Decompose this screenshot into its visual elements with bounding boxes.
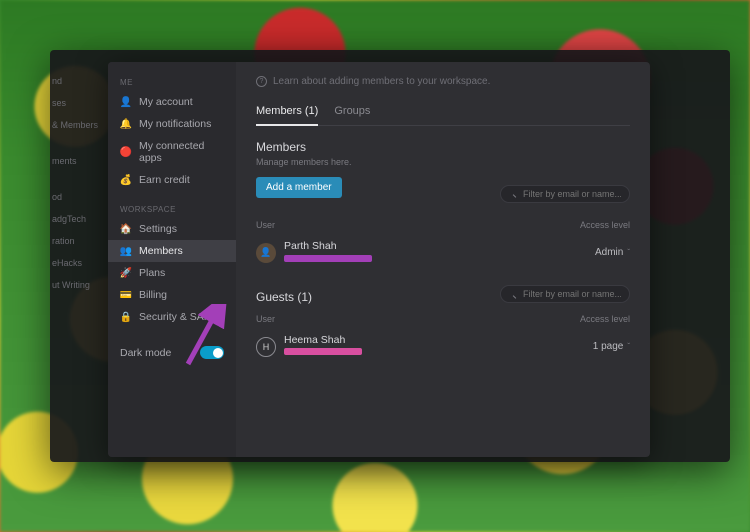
members-filter-input[interactable]	[500, 185, 630, 203]
user-name: Parth Shah	[284, 240, 372, 253]
info-icon: ?	[256, 76, 267, 87]
sidebar-item-label: My account	[139, 96, 193, 108]
user-cell[interactable]: H Heema Shah	[256, 334, 362, 360]
sidebar-item-label: Earn credit	[139, 174, 190, 186]
settings-modal: ME 👤 My account 🔔 My notifications 🔴 My …	[108, 62, 650, 457]
sidebar-item-plans[interactable]: 🚀 Plans	[108, 262, 236, 284]
col-user: User	[256, 314, 275, 324]
members-subtext: Manage members here.	[256, 157, 630, 167]
sidebar-item-label: Security & SAML	[139, 311, 218, 323]
people-icon: 👥	[120, 245, 132, 257]
redacted-email	[284, 348, 362, 355]
sidebar-item-earn-credit[interactable]: 💰 Earn credit	[108, 169, 236, 191]
access-level-dropdown[interactable]: 1 page ˇ	[593, 341, 630, 352]
sidebar-item-label: Plans	[139, 267, 165, 279]
tab-members[interactable]: Members (1)	[256, 105, 318, 126]
chevron-down-icon: ˇ	[627, 248, 630, 257]
guests-filter-input[interactable]	[500, 285, 630, 303]
sidebar-section-workspace: WORKSPACE	[108, 199, 236, 218]
home-icon: 🏠	[120, 223, 132, 235]
settings-main-panel: ? Learn about adding members to your wor…	[236, 62, 650, 457]
guests-heading: Guests (1)	[256, 290, 312, 304]
access-level-dropdown[interactable]: Admin ˇ	[595, 247, 630, 258]
col-access: Access level	[580, 220, 630, 230]
credit-icon: 💰	[120, 174, 132, 186]
tab-groups[interactable]: Groups	[334, 105, 370, 125]
members-filter-wrap	[500, 185, 630, 203]
parent-sidebar-partial: nd ses & Members ments od adgTech ration…	[52, 70, 107, 296]
sidebar-item-settings[interactable]: 🏠 Settings	[108, 218, 236, 240]
col-access: Access level	[580, 314, 630, 324]
user-name: Heema Shah	[284, 334, 362, 347]
settings-sidebar: ME 👤 My account 🔔 My notifications 🔴 My …	[108, 62, 236, 457]
guests-filter-wrap	[500, 285, 630, 303]
guests-col-headers: User Access level	[256, 314, 630, 324]
dark-mode-row: Dark mode	[108, 336, 236, 369]
card-icon: 💳	[120, 289, 132, 301]
add-member-button[interactable]: Add a member	[256, 177, 342, 198]
sidebar-item-label: My connected apps	[139, 140, 224, 164]
members-heading: Members	[256, 140, 630, 154]
dark-mode-toggle[interactable]	[200, 346, 224, 359]
members-col-headers: User Access level	[256, 220, 630, 230]
sidebar-item-members[interactable]: 👥 Members	[108, 240, 236, 262]
avatar: H	[256, 337, 276, 357]
info-banner[interactable]: ? Learn about adding members to your wor…	[256, 76, 630, 105]
sidebar-item-my-account[interactable]: 👤 My account	[108, 91, 236, 113]
sidebar-item-label: Settings	[139, 223, 177, 235]
sidebar-item-billing[interactable]: 💳 Billing	[108, 284, 236, 306]
avatar: 👤	[256, 243, 276, 263]
sidebar-item-label: My notifications	[139, 118, 211, 130]
rocket-icon: 🚀	[120, 267, 132, 279]
user-cell[interactable]: 👤 Parth Shah	[256, 240, 372, 266]
lock-icon: 🔒	[120, 311, 132, 323]
guest-row: H Heema Shah 1 page ˇ	[256, 330, 630, 374]
sidebar-item-connected-apps[interactable]: 🔴 My connected apps	[108, 135, 236, 169]
info-banner-text: Learn about adding members to your works…	[273, 76, 490, 87]
bell-icon: 🔔	[120, 118, 132, 130]
sidebar-item-security[interactable]: 🔒 Security & SAML	[108, 306, 236, 328]
members-tabs: Members (1) Groups	[256, 105, 630, 126]
chevron-down-icon: ˇ	[627, 342, 630, 351]
redacted-email	[284, 255, 372, 262]
account-icon: 👤	[120, 96, 132, 108]
sidebar-item-label: Billing	[139, 289, 167, 301]
sidebar-section-me: ME	[108, 72, 236, 91]
sidebar-item-label: Members	[139, 245, 183, 257]
col-user: User	[256, 220, 275, 230]
sidebar-item-my-notifications[interactable]: 🔔 My notifications	[108, 113, 236, 135]
app-icon: 🔴	[120, 146, 132, 158]
member-row: 👤 Parth Shah Admin ˇ	[256, 236, 630, 280]
dark-mode-label: Dark mode	[120, 347, 171, 359]
